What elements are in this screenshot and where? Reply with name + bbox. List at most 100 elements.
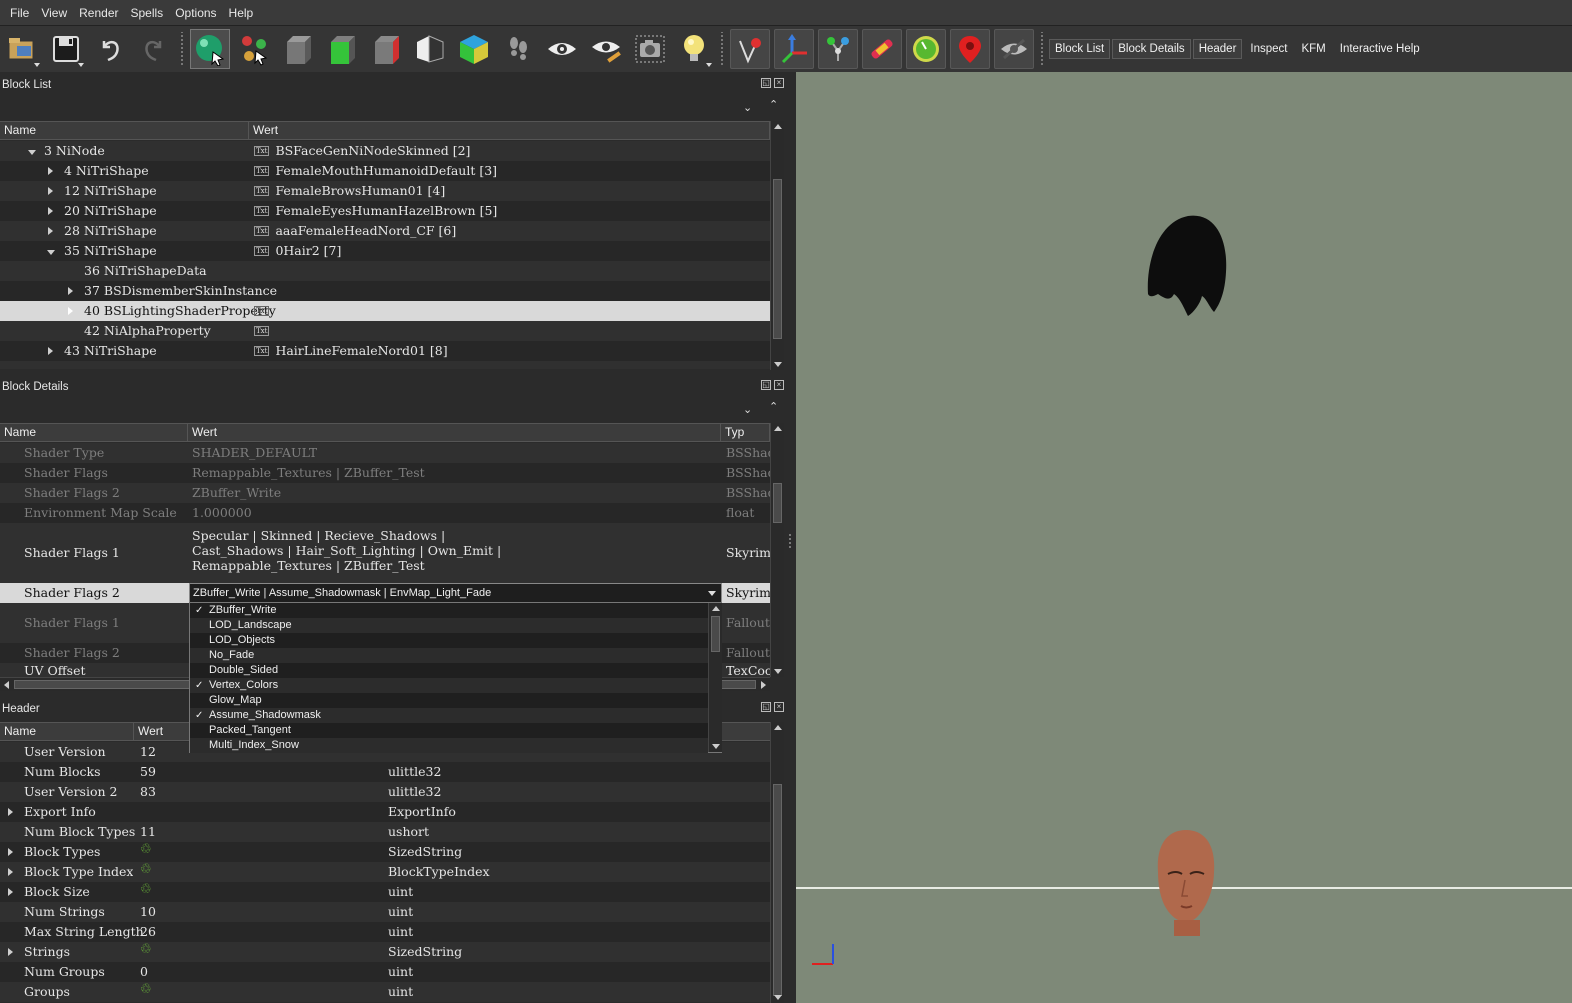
- collapsed-arrow-icon[interactable]: [48, 187, 53, 195]
- toggle-visibility-button[interactable]: [542, 29, 582, 69]
- flag-option[interactable]: Packed_Tangent: [190, 723, 708, 738]
- expanded-arrow-icon[interactable]: [28, 150, 36, 155]
- scroll-left-icon[interactable]: [4, 681, 9, 689]
- float-panel-icon[interactable]: ◱: [761, 78, 771, 88]
- toolbar-grip-2[interactable]: [719, 32, 725, 66]
- menu-file[interactable]: File: [4, 0, 35, 26]
- collapse-all-icon[interactable]: ⌄: [743, 403, 752, 416]
- collapsed-arrow-icon[interactable]: [8, 868, 13, 876]
- head-mesh[interactable]: [1157, 830, 1215, 936]
- menu-help[interactable]: Help: [223, 0, 260, 26]
- show-nodes-button[interactable]: [818, 29, 858, 69]
- toolbar-grip-3[interactable]: [1039, 32, 1045, 66]
- show-havok-button[interactable]: [950, 29, 990, 69]
- view-green-cube-button[interactable]: [322, 29, 362, 69]
- scroll-up-icon[interactable]: [774, 725, 782, 730]
- scroll-thumb[interactable]: [773, 483, 782, 523]
- float-panel-icon[interactable]: ◱: [761, 380, 771, 390]
- header-row[interactable]: Max String Length 26 uint: [0, 922, 770, 942]
- tree-row[interactable]: 43 NiTriShape Txt HairLineFemaleNord01 [8…: [0, 341, 770, 361]
- detail-row[interactable]: Shader Flags Remappable_Textures | ZBuff…: [0, 463, 770, 483]
- panel-splitter[interactable]: [784, 72, 796, 1003]
- tree-row-partial[interactable]: [0, 361, 770, 369]
- scroll-down-icon[interactable]: [774, 669, 782, 674]
- header-row[interactable]: User Version 2 83 ulittle32: [0, 782, 770, 802]
- detail-row-multiline[interactable]: Shader Flags 1 Specular | Skinned | Reci…: [0, 523, 770, 583]
- header-row[interactable]: Export Info ExportInfo: [0, 802, 770, 822]
- scroll-thumb[interactable]: [711, 616, 720, 652]
- header-row[interactable]: Num Groups 0 uint: [0, 962, 770, 982]
- close-panel-icon[interactable]: ×: [774, 380, 784, 390]
- scroll-up-icon[interactable]: [774, 124, 782, 129]
- column-value[interactable]: Wert: [249, 122, 770, 139]
- toggle-header[interactable]: Header: [1192, 39, 1243, 59]
- header-row[interactable]: Groups ♲ uint: [0, 982, 770, 1002]
- flag-option[interactable]: Multi_Index_Snow: [190, 738, 708, 753]
- scroll-down-icon[interactable]: [774, 362, 782, 367]
- collapsed-arrow-icon[interactable]: [68, 287, 73, 295]
- tree-row[interactable]: 20 NiTriShape Txt FemaleEyesHumanHazelBro…: [0, 201, 770, 221]
- tree-row[interactable]: 12 NiTriShape Txt FemaleBrowsHuman01 [4]: [0, 181, 770, 201]
- menu-options[interactable]: Options: [169, 0, 222, 26]
- flag-option[interactable]: LOD_Landscape: [190, 618, 708, 633]
- hair-mesh[interactable]: [1147, 215, 1227, 316]
- collapsed-arrow-icon[interactable]: [48, 347, 53, 355]
- expand-all-icon[interactable]: ⌃: [769, 400, 778, 413]
- header-row[interactable]: Num Blocks 59 ulittle32: [0, 762, 770, 782]
- shader-flags-2-combobox[interactable]: ZBuffer_Write | Assume_Shadowmask | EnvM…: [189, 583, 722, 603]
- collapsed-arrow-icon[interactable]: [48, 167, 53, 175]
- close-panel-icon[interactable]: ×: [774, 78, 784, 88]
- flag-option[interactable]: LOD_Objects: [190, 633, 708, 648]
- column-type[interactable]: Typ: [721, 424, 770, 441]
- scroll-down-icon[interactable]: [712, 744, 720, 749]
- walk-mode-button[interactable]: [498, 29, 538, 69]
- open-file-button[interactable]: [2, 29, 42, 69]
- detail-row[interactable]: Environment Map Scale 1.000000 float: [0, 503, 770, 523]
- toggle-block-details[interactable]: Block Details: [1112, 39, 1191, 59]
- undo-button[interactable]: [90, 29, 130, 69]
- show-markers-button[interactable]: [730, 29, 770, 69]
- header-row[interactable]: Block Size ♲ uint: [0, 882, 770, 902]
- tree-row[interactable]: 3 NiNode Txt BSFaceGenNiNodeSkinned [2]: [0, 141, 770, 161]
- dropdown-arrow-icon[interactable]: [708, 591, 716, 596]
- render-viewport[interactable]: [796, 72, 1572, 1003]
- flag-option[interactable]: No_Fade: [190, 648, 708, 663]
- scroll-right-icon[interactable]: [761, 681, 766, 689]
- collapsed-arrow-icon[interactable]: [8, 848, 13, 856]
- redo-button[interactable]: [134, 29, 174, 69]
- view-red-cube-button[interactable]: [366, 29, 406, 69]
- header-row[interactable]: Num Strings 10 uint: [0, 902, 770, 922]
- flag-option[interactable]: Double_Sided: [190, 663, 708, 678]
- flag-option-checked[interactable]: ✓ Assume_Shadowmask: [190, 708, 708, 723]
- menu-render[interactable]: Render: [73, 0, 124, 26]
- tree-row[interactable]: 35 NiTriShape Txt 0Hair2 [7]: [0, 241, 770, 261]
- tree-row[interactable]: 36 NiTriShapeData: [0, 261, 770, 281]
- scroll-down-icon[interactable]: [774, 995, 782, 1000]
- menu-view[interactable]: View: [35, 0, 73, 26]
- scroll-up-icon[interactable]: [774, 426, 782, 431]
- tree-row[interactable]: 37 BSDismemberSkinInstance: [0, 281, 770, 301]
- header-scrollbar[interactable]: [770, 722, 784, 1003]
- column-name[interactable]: Name: [0, 723, 134, 740]
- scroll-thumb[interactable]: [773, 179, 782, 339]
- block-list-scrollbar[interactable]: [770, 121, 784, 370]
- select-nodes-button[interactable]: [234, 29, 274, 69]
- hide-objects-button[interactable]: [994, 29, 1034, 69]
- popup-scrollbar[interactable]: [708, 603, 722, 752]
- column-name[interactable]: Name: [0, 122, 249, 139]
- column-value[interactable]: Wert: [134, 723, 190, 740]
- show-furniture-button[interactable]: [906, 29, 946, 69]
- tree-row[interactable]: 28 NiTriShape Txt aaaFemaleHeadNord_CF [6…: [0, 221, 770, 241]
- header-row[interactable]: Num Block Types 11 ushort: [0, 822, 770, 842]
- detail-row[interactable]: Shader Type SHADER_DEFAULT BSShad: [0, 443, 770, 463]
- show-axes-button[interactable]: [774, 29, 814, 69]
- lighting-button[interactable]: [674, 29, 714, 69]
- detail-row[interactable]: Shader Flags 2 ZBuffer_Write BSShad: [0, 483, 770, 503]
- block-details-scrollbar[interactable]: [770, 423, 784, 677]
- collapsed-arrow-icon[interactable]: [48, 227, 53, 235]
- toggle-block-list[interactable]: Block List: [1049, 39, 1111, 59]
- collapsed-arrow-icon[interactable]: [68, 307, 73, 315]
- menu-spells[interactable]: Spells: [125, 0, 170, 26]
- collapse-all-icon[interactable]: ⌄: [743, 101, 752, 114]
- header-row[interactable]: Block Type Index ♲ BlockTypeIndex: [0, 862, 770, 882]
